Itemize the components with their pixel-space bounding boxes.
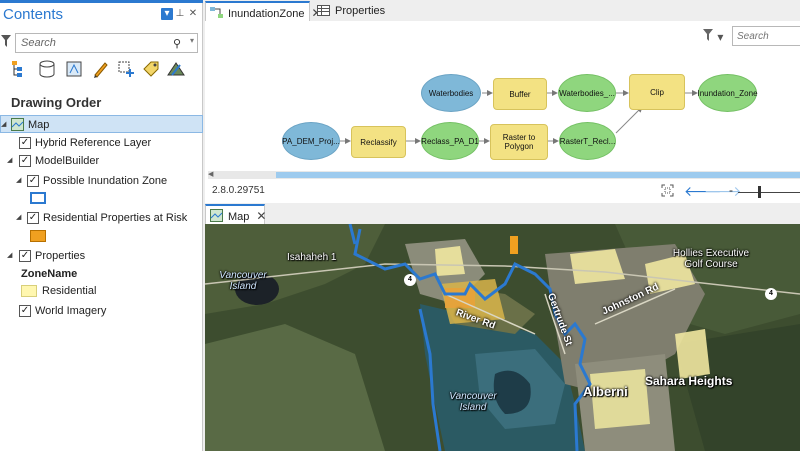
node-waterbodies[interactable]: Waterbodies (421, 74, 481, 112)
scroll-left-icon[interactable]: ◀ (208, 170, 213, 178)
map-label-isahaheh: Isahaheh 1 (287, 252, 337, 263)
map-label-golf-course: Hollies Executive Golf Course (672, 248, 750, 270)
pin-icon[interactable]: ⊥ (174, 8, 186, 20)
list-by-selection-icon[interactable] (64, 59, 84, 79)
tree-label-possible-inundation: Possible Inundation Zone (43, 175, 168, 187)
map-label-alberni: Alberni (583, 384, 628, 399)
layer-visibility-checkbox[interactable]: ✓ (19, 155, 31, 167)
tab-label: Map (228, 211, 250, 223)
tab-label: Properties (335, 5, 386, 17)
contents-toolbar (9, 59, 199, 81)
contents-title: Contents (3, 6, 64, 23)
zoom-out-icon[interactable]: - (729, 183, 733, 197)
tab-map[interactable]: Map ✕ (205, 204, 266, 224)
zoom-slider-handle[interactable] (758, 186, 761, 198)
residential-symbol[interactable] (21, 285, 37, 297)
tree-item-residential-risk[interactable]: ◢ ✓ Residential Properties at Risk (0, 209, 203, 227)
node-waterbodies-output[interactable]: Waterbodies_... (558, 74, 616, 112)
node-inundation-zone[interactable]: Inundation_Zone (697, 74, 758, 112)
list-by-source-icon[interactable] (37, 59, 57, 79)
tree-label-properties: Properties (35, 250, 86, 262)
highway-shield-icon: 4 (404, 274, 416, 286)
collapse-icon[interactable]: ◢ (16, 214, 24, 222)
inundation-symbol[interactable] (30, 192, 46, 204)
fit-to-window-icon[interactable] (661, 184, 674, 197)
chevron-down-icon[interactable]: ▾ (190, 36, 194, 45)
map-icon (11, 118, 24, 131)
list-by-perspective-imagery-icon[interactable] (166, 59, 186, 79)
residential-risk-symbol[interactable] (30, 230, 46, 242)
tree-item-residential[interactable]: Residential (0, 282, 203, 300)
tab-inundationzone[interactable]: InundationZone ✕ (205, 1, 322, 21)
list-by-snapping-icon[interactable] (116, 59, 136, 79)
collapse-icon[interactable]: ◢ (7, 157, 15, 165)
layer-visibility-checkbox[interactable]: ✓ (19, 305, 31, 317)
zoom-slider-track[interactable] (738, 192, 800, 193)
map-label-vancouver-island: Vancouver Island (449, 391, 497, 413)
layer-visibility-checkbox[interactable]: ✓ (19, 137, 31, 149)
tree-item-hybrid-reference[interactable]: ✓ Hybrid Reference Layer (0, 134, 203, 152)
list-by-drawing-order-icon[interactable] (9, 59, 29, 79)
node-pa-dem[interactable]: PA_DEM_Proj... (282, 122, 340, 160)
node-rastert[interactable]: RasterT_Recl... (559, 122, 616, 160)
tree-item-possible-inundation[interactable]: ◢ ✓ Possible Inundation Zone (0, 172, 203, 190)
collapse-icon[interactable]: ◢ (16, 177, 24, 185)
tree-label-residential: Residential (42, 285, 97, 297)
tree-item-world-imagery[interactable]: ✓ World Imagery (0, 302, 203, 320)
tree-label-world-imagery: World Imagery (35, 305, 107, 317)
node-reclassify[interactable]: Reclassify (351, 126, 406, 158)
forward-arrow-icon[interactable]: 🡒 (704, 183, 742, 200)
list-by-editing-icon[interactable] (91, 59, 111, 79)
tree-label-map: Map (28, 119, 50, 131)
model-builder-view[interactable]: ▾ Waterbodies Buffer Waterbodies_... Cli… (205, 21, 800, 203)
horizontal-scrollbar[interactable]: ◀ (208, 171, 800, 179)
collapse-icon[interactable]: ◢ (1, 121, 9, 129)
tree-item-modelbuilder[interactable]: ◢ ✓ ModelBuilder (0, 152, 203, 170)
layer-visibility-checkbox[interactable]: ✓ (19, 250, 31, 262)
node-clip[interactable]: Clip (629, 74, 685, 110)
map-label-vancouver-island: Vancouver Island (219, 270, 267, 292)
tree-item-properties[interactable]: ◢ ✓ Properties (0, 247, 203, 265)
close-tab-icon[interactable]: ✕ (256, 209, 266, 223)
zonename-heading: ZoneName (0, 265, 203, 283)
map-label-sahara-heights: Sahara Heights (645, 374, 733, 388)
version-label: 2.8.0.29751 (212, 185, 265, 196)
close-icon[interactable]: ✕ (187, 8, 199, 20)
node-buffer[interactable]: Buffer (493, 78, 547, 110)
scrollbar-thumb[interactable] (276, 172, 800, 178)
collapse-icon[interactable]: ◢ (7, 252, 15, 260)
tree-label-zonename: ZoneName (21, 268, 78, 280)
node-raster-to-polygon[interactable]: Raster to Polygon (490, 124, 548, 160)
tree-label-modelbuilder: ModelBuilder (35, 155, 100, 167)
node-reclass-pa[interactable]: Reclass_PA_D1 (421, 122, 479, 160)
list-by-labeling-icon[interactable] (141, 59, 161, 79)
contents-pane: Contents ▾ ⊥ ✕ ⚲ ▾ Drawing (0, 0, 203, 451)
contents-search[interactable]: ⚲ ▾ (15, 33, 198, 53)
tree-label-hybrid: Hybrid Reference Layer (35, 137, 152, 149)
tab-properties[interactable]: Properties (313, 1, 393, 21)
table-icon (317, 5, 330, 16)
contents-search-input[interactable] (16, 34, 166, 52)
pane-menu-icon[interactable]: ▾ (161, 8, 173, 20)
map-view[interactable]: Isahaheh 1 Vancouver Island Vancouver Is… (205, 224, 800, 451)
tree-label-residential-risk: Residential Properties at Risk (43, 212, 188, 224)
layer-visibility-checkbox[interactable]: ✓ (27, 175, 39, 187)
model-icon (210, 7, 223, 18)
drawing-order-heading: Drawing Order (11, 95, 102, 110)
tree-item-map[interactable]: ◢ Map (0, 115, 203, 133)
map-icon (210, 209, 223, 222)
pane-active-bar (0, 0, 203, 3)
layer-visibility-checkbox[interactable]: ✓ (27, 212, 39, 224)
search-icon[interactable]: ⚲ (173, 37, 181, 50)
filter-icon[interactable] (1, 35, 11, 47)
highway-shield-icon: 4 (765, 288, 777, 300)
tab-label: InundationZone (228, 8, 305, 20)
